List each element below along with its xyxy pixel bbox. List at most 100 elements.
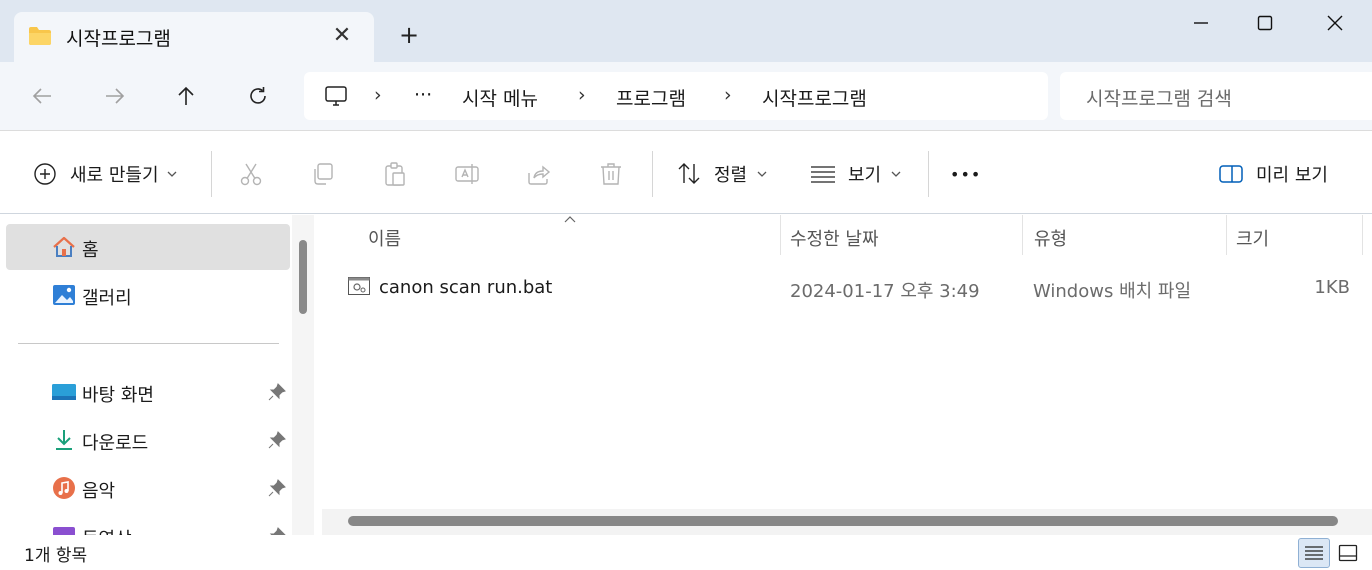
sort-ascending-icon	[564, 216, 576, 223]
pin-icon[interactable]	[268, 527, 286, 535]
sort-button[interactable]: 정렬	[676, 159, 769, 189]
copy-icon	[314, 163, 333, 185]
new-tab-button[interactable]: +	[394, 20, 424, 50]
arrow-left-icon	[32, 88, 51, 104]
toolbar-divider	[652, 151, 653, 197]
breadcrumb-item[interactable]: 프로그램	[616, 84, 686, 111]
sidebar-item-gallery[interactable]: 갤러리	[6, 272, 290, 318]
sort-icon	[678, 163, 700, 184]
tiles-view-button[interactable]	[1332, 538, 1364, 568]
breadcrumb-more-button[interactable]: ···	[414, 84, 432, 106]
close-icon	[1327, 15, 1343, 31]
up-button[interactable]	[168, 78, 204, 114]
folder-icon	[29, 27, 51, 45]
minimize-button[interactable]	[1178, 8, 1224, 38]
toolbar-divider	[928, 151, 929, 197]
home-icon	[53, 236, 75, 257]
video-icon	[53, 527, 75, 535]
file-list: 이름 수정한 날짜 유형 크기 canon scan run.bat 2024-…	[322, 215, 1372, 535]
pin-icon[interactable]	[268, 383, 286, 401]
computer-icon	[325, 86, 347, 106]
view-button[interactable]: 보기	[810, 159, 903, 189]
new-button-label: 새로 만들기	[70, 165, 159, 186]
preview-pane-button[interactable]: 미리 보기	[1218, 159, 1328, 189]
batch-file-icon	[348, 277, 370, 295]
column-header-size[interactable]: 크기	[1236, 225, 1269, 251]
new-button[interactable]: 새로 만들기	[32, 159, 179, 189]
file-type: Windows 배치 파일	[1033, 281, 1192, 302]
navigation-pane: 홈 갤러리 바탕 화면 다운로드 음악	[0, 215, 292, 535]
refresh-button[interactable]	[240, 78, 276, 114]
sidebar-item-label: 다운로드	[82, 433, 149, 454]
sidebar-divider	[18, 343, 279, 344]
gallery-icon	[53, 285, 75, 305]
sidebar-item-home[interactable]: 홈	[6, 224, 290, 270]
rename-icon	[455, 164, 479, 184]
breadcrumb-separator: ›	[374, 84, 382, 106]
column-divider[interactable]	[1226, 215, 1227, 255]
breadcrumb-item[interactable]: 시작 메뉴	[462, 84, 538, 111]
address-bar[interactable]: › ··· 시작 메뉴 › 프로그램 › 시작프로그램	[304, 72, 1048, 120]
search-input[interactable]: 시작프로그램 검색	[1060, 72, 1372, 120]
column-header-type[interactable]: 유형	[1034, 225, 1067, 251]
column-divider[interactable]	[1022, 215, 1023, 255]
toolbar-divider	[211, 151, 212, 197]
music-icon	[53, 477, 75, 499]
column-header-modified[interactable]: 수정한 날짜	[790, 225, 879, 251]
minimize-icon	[1194, 22, 1208, 24]
pin-icon[interactable]	[268, 431, 286, 449]
column-divider[interactable]	[1362, 215, 1363, 255]
desktop-icon	[52, 384, 76, 400]
column-divider[interactable]	[780, 215, 781, 255]
paste-button[interactable]	[380, 159, 410, 189]
details-view-button[interactable]	[1298, 538, 1330, 568]
arrow-up-icon	[178, 86, 194, 105]
sidebar-item-music[interactable]: 음악	[6, 465, 290, 511]
details-view-icon	[1305, 546, 1323, 560]
maximize-button[interactable]	[1242, 8, 1288, 38]
status-bar: 1개 항목	[0, 535, 1372, 570]
tab-title: 시작프로그램	[66, 28, 171, 50]
sidebar-item-desktop[interactable]: 바탕 화면	[6, 369, 290, 415]
column-header-name[interactable]: 이름	[368, 225, 401, 251]
title-bar: 시작프로그램 ✕ +	[0, 0, 1372, 64]
view-button-label: 보기	[848, 165, 882, 186]
command-bar: 새로 만들기 정렬 보기 ••• 미리 보기	[0, 130, 1372, 214]
breadcrumb-item[interactable]: 시작프로그램	[762, 84, 867, 111]
chevron-down-icon	[891, 171, 901, 177]
clipboard-icon	[385, 162, 405, 186]
pin-icon[interactable]	[268, 479, 286, 497]
back-button[interactable]	[24, 78, 60, 114]
share-button[interactable]	[524, 159, 554, 189]
sidebar-item-label: 동영상	[82, 525, 132, 535]
file-modified: 2024-01-17 오후 3:49	[790, 281, 980, 302]
list-view-icon	[811, 166, 835, 183]
close-window-button[interactable]	[1312, 8, 1358, 38]
rename-button[interactable]	[452, 159, 482, 189]
sidebar-item-videos[interactable]: 동영상	[6, 513, 290, 535]
sort-button-label: 정렬	[714, 165, 748, 186]
tab-current[interactable]: 시작프로그램 ✕	[14, 12, 374, 64]
forward-button[interactable]	[97, 78, 133, 114]
sidebar-item-label: 음악	[82, 481, 116, 502]
file-size: 1KB	[1314, 277, 1350, 298]
share-icon	[528, 165, 551, 185]
breadcrumb-separator: ›	[724, 84, 732, 106]
more-options-button[interactable]: •••	[950, 159, 981, 189]
table-row[interactable]: canon scan run.bat 2024-01-17 오후 3:49 Wi…	[340, 271, 1360, 307]
sidebar-item-downloads[interactable]: 다운로드	[6, 417, 290, 463]
delete-button[interactable]	[596, 159, 626, 189]
address-row: › ··· 시작 메뉴 › 프로그램 › 시작프로그램 시작프로그램 검색	[0, 62, 1372, 130]
copy-button[interactable]	[308, 159, 338, 189]
tab-close-button[interactable]: ✕	[328, 22, 356, 50]
cut-button[interactable]	[236, 159, 266, 189]
file-name: canon scan run.bat	[379, 277, 553, 298]
refresh-icon	[250, 87, 266, 104]
sidebar-item-label: 갤러리	[82, 288, 132, 309]
preview-pane-icon	[1219, 165, 1243, 183]
search-placeholder: 시작프로그램 검색	[1086, 88, 1232, 110]
plus-circle-icon	[34, 163, 56, 185]
horizontal-scrollbar-thumb[interactable]	[348, 516, 1338, 526]
sidebar-scrollbar-thumb[interactable]	[299, 240, 307, 314]
download-icon	[56, 430, 72, 450]
